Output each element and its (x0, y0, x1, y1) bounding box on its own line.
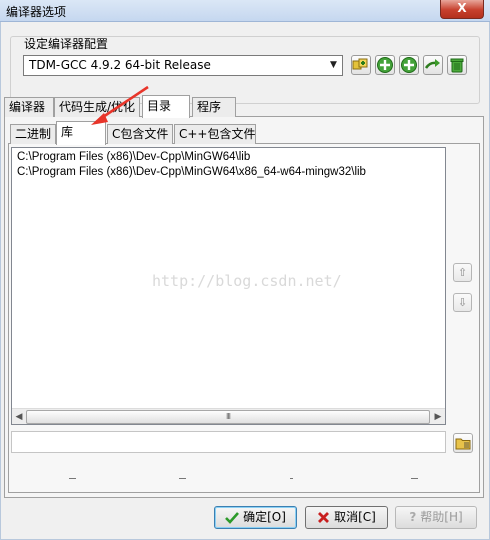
title-bar: 编译器选项 X (0, 0, 490, 22)
arrow-up-icon: ⇧ (457, 266, 468, 279)
move-down-button[interactable]: ⇩ (453, 293, 472, 312)
tab-libraries[interactable]: 库 (56, 121, 106, 145)
window-title: 编译器选项 (6, 5, 67, 19)
delete-compiler-button[interactable] (447, 55, 467, 75)
list-item[interactable]: C:\Program Files (x86)\Dev-Cpp\MinGW64\x… (17, 166, 366, 178)
scroll-left-icon[interactable]: ◀ (13, 411, 25, 423)
watermark: http://blog.csdn.net/ (152, 272, 342, 290)
cancel-label: 取消[C] (334, 510, 376, 524)
trash-icon (450, 58, 464, 73)
horizontal-scrollbar[interactable]: ◀ III ▶ (12, 408, 445, 424)
folder-icon (455, 438, 471, 450)
add-empty-compiler-button[interactable] (399, 55, 419, 75)
ok-label: 确定[O] (243, 510, 286, 524)
move-up-button[interactable]: ⇧ (453, 263, 472, 282)
close-icon (318, 512, 330, 523)
chevron-down-icon: ▼ (330, 60, 337, 70)
add-compiler-button[interactable] (375, 55, 395, 75)
add-multi-compiler-button[interactable] (351, 55, 371, 75)
plus-icon (401, 57, 417, 73)
compiler-select[interactable]: TDM-GCC 4.9.2 64-bit Release ▼ (23, 55, 343, 76)
help-button[interactable]: ? 帮助[H] (395, 506, 477, 529)
close-button[interactable]: X (440, 0, 484, 19)
tab-compiler[interactable]: 编译器 (4, 97, 54, 117)
scrollbar-thumb[interactable]: III (26, 410, 430, 424)
tab-programs[interactable]: 程序 (192, 97, 236, 117)
separator (290, 478, 293, 479)
check-icon (225, 511, 240, 524)
compiler-config-label: 设定编译器配置 (24, 37, 109, 51)
compiler-select-value: TDM-GCC 4.9.2 64-bit Release (29, 58, 211, 72)
scroll-right-icon[interactable]: ▶ (432, 411, 444, 423)
separator (179, 478, 186, 479)
plus-icon (377, 57, 393, 73)
list-item[interactable]: C:\Program Files (x86)\Dev-Cpp\MinGW64\l… (17, 151, 250, 163)
cancel-button[interactable]: 取消[C] (305, 506, 388, 529)
directory-path-input[interactable] (11, 431, 446, 453)
arrow-down-icon: ⇩ (457, 296, 468, 309)
rename-compiler-button[interactable] (423, 55, 443, 75)
tab-c-includes[interactable]: C包含文件 (107, 124, 173, 144)
rename-arrow-icon (424, 59, 440, 69)
separator (411, 478, 418, 479)
browse-folder-button[interactable] (453, 433, 473, 453)
add-from-folder-icon (352, 58, 368, 70)
tab-cpp-includes[interactable]: C++包含文件 (174, 124, 256, 144)
help-icon: ? (409, 510, 417, 524)
separator (69, 478, 76, 479)
tab-binaries[interactable]: 二进制 (10, 124, 56, 144)
tab-codegen[interactable]: 代码生成/优化 (54, 97, 140, 117)
help-label: 帮助[H] (420, 510, 463, 524)
tab-directories[interactable]: 目录 (142, 95, 190, 118)
ok-button[interactable]: 确定[O] (214, 506, 297, 529)
